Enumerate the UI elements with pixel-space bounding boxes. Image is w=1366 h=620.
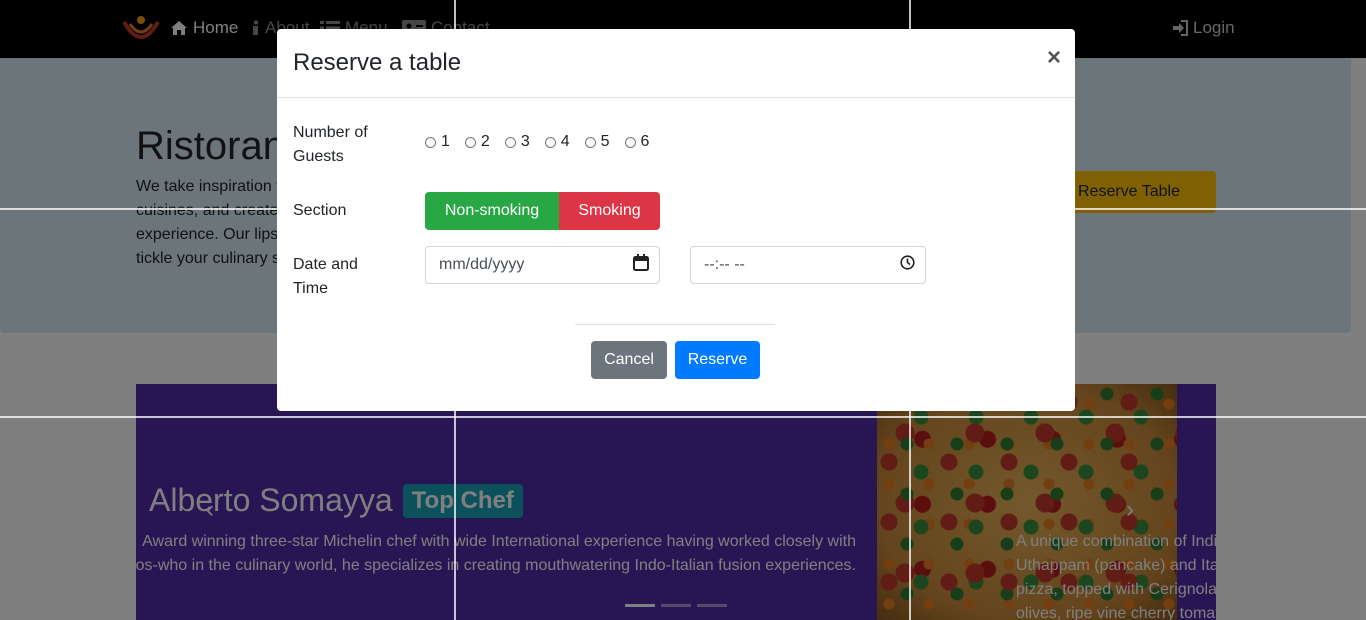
guests-label: Number of Guests	[293, 124, 368, 165]
guests-option-4[interactable]: 4	[544, 133, 570, 151]
guests-option-label: 3	[520, 133, 530, 150]
section-label: Section	[293, 202, 347, 219]
date-input[interactable]: mm/dd/yyyy	[425, 246, 660, 284]
guests-option-label: 6	[640, 133, 650, 150]
overlay-gridline	[0, 416, 1366, 418]
cancel-button[interactable]: Cancel	[591, 341, 667, 379]
footer-divider	[575, 324, 775, 325]
radio-icon[interactable]	[584, 136, 596, 148]
calendar-icon[interactable]	[633, 254, 649, 276]
radio-icon[interactable]	[624, 136, 636, 148]
guests-option-5[interactable]: 5	[584, 133, 610, 151]
time-input[interactable]: --:-- --	[690, 246, 926, 284]
section-button-group: Non-smoking Smoking	[425, 192, 660, 230]
close-button[interactable]: ×	[1041, 43, 1067, 73]
radio-icon[interactable]	[504, 136, 516, 148]
guests-option-3[interactable]: 3	[504, 133, 530, 151]
guests-option-label: 1	[441, 133, 450, 150]
guests-option-label: 2	[480, 133, 490, 150]
modal-header: Reserve a table ×	[277, 29, 1075, 98]
clock-icon[interactable]	[900, 255, 915, 275]
modal-title: Reserve a table	[293, 49, 462, 76]
radio-icon[interactable]	[464, 136, 476, 148]
guests-option-1[interactable]: 1	[425, 133, 450, 151]
guests-option-2[interactable]: 2	[464, 133, 490, 151]
reserve-modal: Reserve a table × Number of Guests 1 2 3…	[277, 29, 1075, 411]
guests-option-label: 4	[560, 133, 570, 150]
guests-option-6[interactable]: 6	[624, 133, 650, 151]
date-placeholder: mm/dd/yyyy	[439, 256, 525, 273]
time-placeholder: --:-- --	[704, 256, 745, 273]
reserve-button[interactable]: Reserve	[675, 341, 760, 379]
guests-radio-group: 1 2 3 4 5 6	[425, 133, 664, 151]
non-smoking-button[interactable]: Non-smoking	[425, 192, 559, 230]
smoking-button[interactable]: Smoking	[559, 192, 660, 230]
datetime-label: Date and Time	[293, 256, 358, 297]
radio-icon[interactable]	[544, 136, 556, 148]
guests-option-label: 5	[600, 133, 610, 150]
radio-icon[interactable]	[425, 136, 436, 148]
